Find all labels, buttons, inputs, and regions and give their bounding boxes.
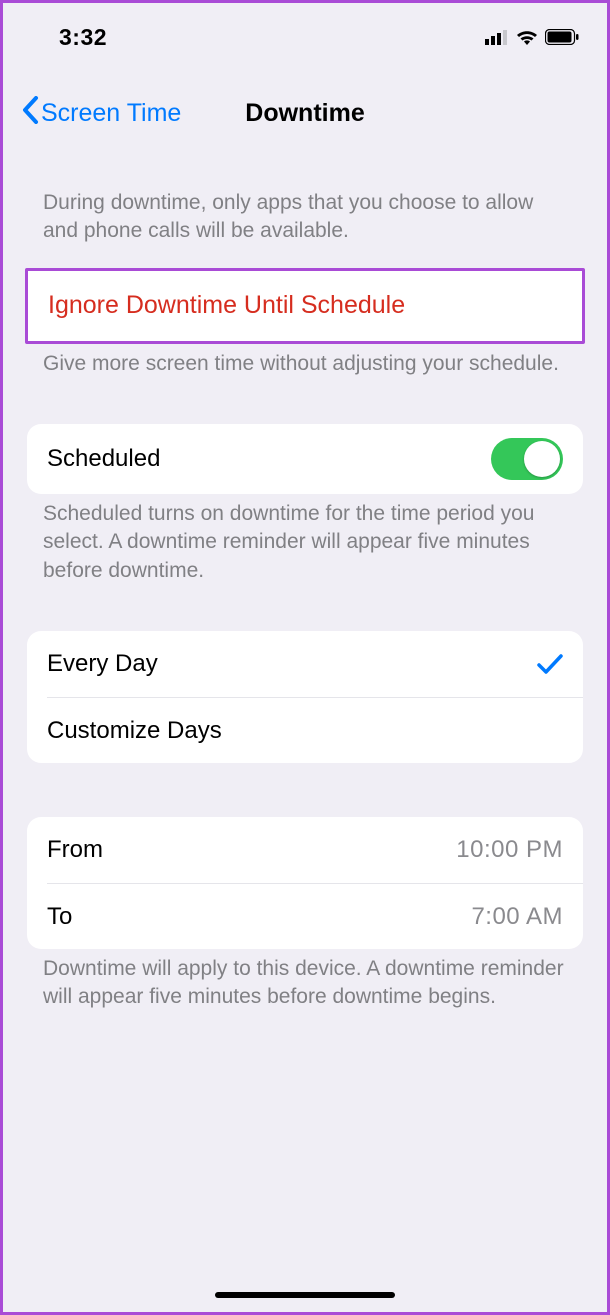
every-day-label: Every Day <box>47 650 158 678</box>
from-row[interactable]: From 10:00 PM <box>27 817 583 883</box>
ignore-highlight: Ignore Downtime Until Schedule <box>25 268 585 344</box>
checkmark-icon <box>537 653 563 675</box>
toggle-knob <box>524 441 560 477</box>
to-value: 7:00 AM <box>471 903 563 931</box>
customize-days-label: Customize Days <box>47 717 222 745</box>
status-bar: 3:32 <box>3 3 607 63</box>
battery-icon <box>545 29 579 45</box>
home-indicator[interactable] <box>215 1292 395 1298</box>
wifi-icon <box>515 28 539 46</box>
days-group: Every Day Customize Days <box>27 631 583 763</box>
to-label: To <box>47 903 72 931</box>
ignore-downtime-button[interactable]: Ignore Downtime Until Schedule <box>28 271 582 341</box>
scheduled-row[interactable]: Scheduled <box>27 424 583 494</box>
back-label: Screen Time <box>41 99 181 128</box>
cellular-icon <box>485 29 509 45</box>
scheduled-toggle[interactable] <box>491 438 563 480</box>
to-row[interactable]: To 7:00 AM <box>47 883 583 949</box>
page-title: Downtime <box>245 99 364 128</box>
ignore-description: Give more screen time without adjusting … <box>27 344 583 388</box>
time-group: From 10:00 PM To 7:00 AM <box>27 817 583 949</box>
status-time: 3:32 <box>59 24 107 51</box>
customize-days-row[interactable]: Customize Days <box>47 697 583 763</box>
scheduled-label: Scheduled <box>47 445 160 473</box>
nav-header: Screen Time Downtime <box>3 83 607 143</box>
status-icons <box>485 28 579 46</box>
from-label: From <box>47 836 103 864</box>
every-day-row[interactable]: Every Day <box>27 631 583 697</box>
from-value: 10:00 PM <box>456 836 563 864</box>
time-description: Downtime will apply to this device. A do… <box>27 949 583 1022</box>
ignore-downtime-label: Ignore Downtime Until Schedule <box>48 291 405 320</box>
scheduled-description: Scheduled turns on downtime for the time… <box>27 494 583 595</box>
back-button[interactable]: Screen Time <box>21 96 181 131</box>
intro-description: During downtime, only apps that you choo… <box>27 183 583 256</box>
chevron-left-icon <box>21 96 39 131</box>
